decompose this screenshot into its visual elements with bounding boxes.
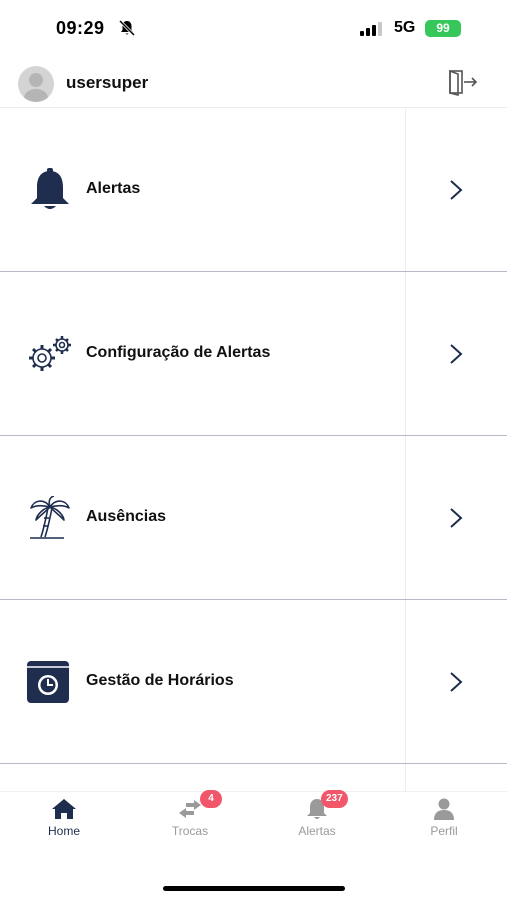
menu-label: Ausências — [86, 508, 167, 525]
chevron-right-icon — [450, 672, 463, 692]
divider — [405, 272, 406, 435]
tab-perfil[interactable]: Perfil — [394, 792, 494, 850]
menu-label: Alertas — [86, 180, 141, 197]
battery-icon: 99 — [425, 20, 461, 37]
signal-icon — [360, 22, 382, 36]
home-icon — [52, 799, 76, 819]
username: usersuper — [66, 73, 149, 92]
avatar-person-icon — [24, 73, 48, 102]
divider — [405, 108, 406, 271]
tab-label: Alertas — [298, 824, 336, 838]
logout-door-icon[interactable] — [447, 68, 479, 96]
menu-item-ausencias[interactable]: Ausências — [0, 436, 507, 600]
tab-trocas[interactable]: 4 Trocas — [140, 790, 240, 850]
home-indicator[interactable] — [163, 886, 345, 891]
divider — [405, 764, 406, 791]
divider — [405, 436, 406, 599]
bell-off-icon — [118, 19, 136, 37]
menu-item-configuracao-alertas[interactable]: Configuração de Alertas — [0, 272, 507, 436]
menu-item-alertas[interactable]: Alertas — [0, 108, 507, 272]
tab-bar: Home 4 Trocas 237 Alertas Perfil — [0, 790, 507, 850]
divider — [405, 600, 406, 763]
tab-label: Perfil — [430, 824, 458, 838]
bell-icon — [31, 168, 69, 209]
menu-item-partial[interactable] — [0, 764, 507, 791]
status-bar: 09:29 5G 99 — [0, 0, 507, 58]
tab-alertas[interactable]: 237 Alertas — [267, 790, 367, 850]
menu-label: Gestão de Horários — [86, 672, 234, 689]
network-type: 5G — [394, 19, 416, 36]
clock-calendar-icon — [27, 661, 69, 703]
palm-tree-icon — [30, 496, 70, 539]
tab-home[interactable]: Home — [14, 792, 114, 850]
menu-label: Configuração de Alertas — [86, 344, 271, 361]
status-time: 09:29 — [56, 18, 105, 38]
tab-label: Trocas — [171, 824, 209, 838]
battery-level: 99 — [436, 21, 450, 35]
gears-icon — [29, 336, 71, 371]
trocas-badge: 4 — [200, 790, 222, 808]
user-header: usersuper — [0, 58, 507, 108]
avatar[interactable] — [18, 66, 54, 102]
person-icon — [434, 798, 454, 820]
alertas-badge: 237 — [321, 790, 348, 808]
chevron-right-icon — [450, 344, 463, 364]
menu-list: Alertas Configuração de Alertas Ausência… — [0, 108, 507, 791]
chevron-right-icon — [450, 508, 463, 528]
chevron-right-icon — [450, 180, 463, 200]
tab-label: Home — [47, 824, 80, 838]
menu-item-gestao-horarios[interactable]: Gestão de Horários — [0, 600, 507, 764]
